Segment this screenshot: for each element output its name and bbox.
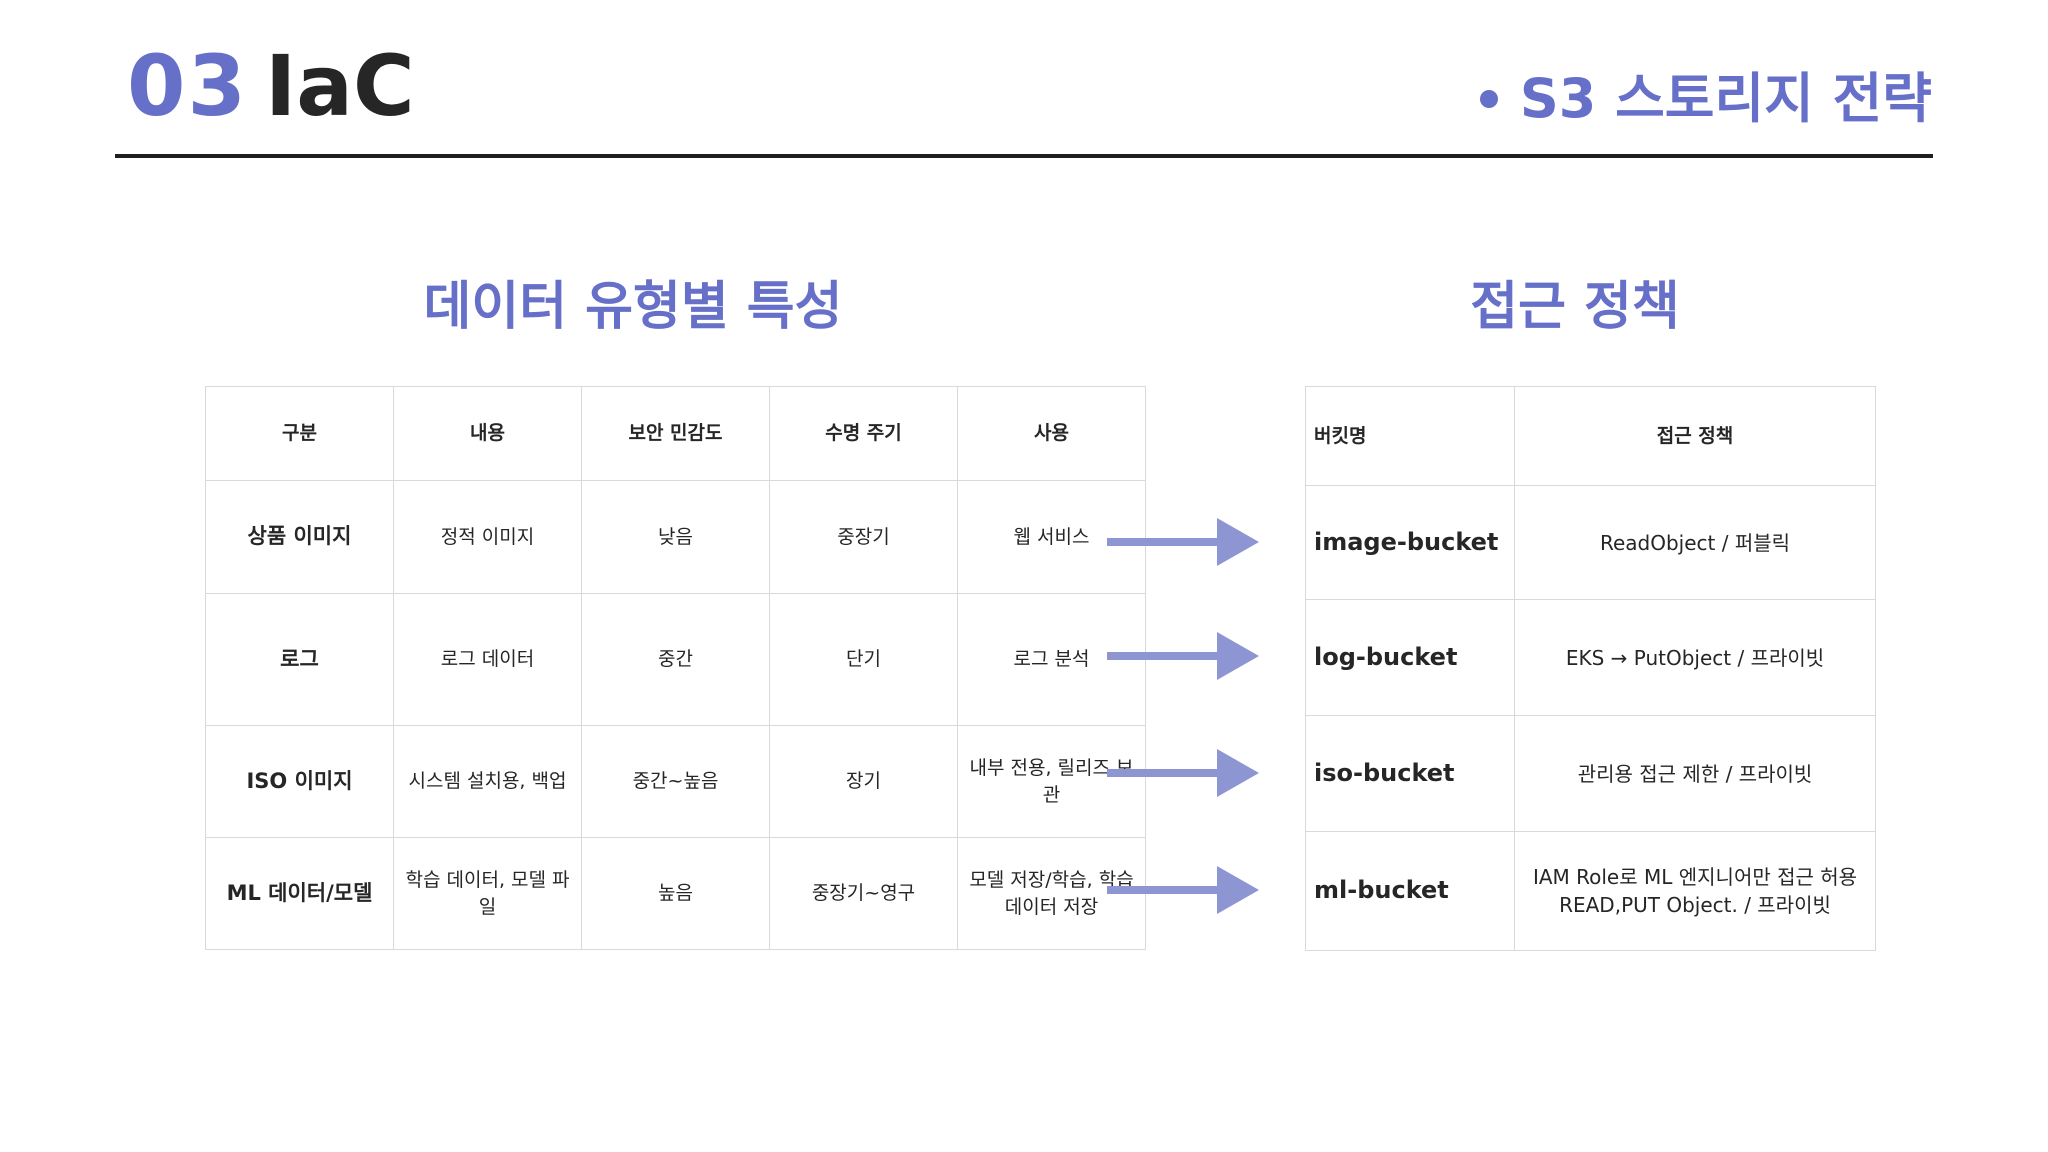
table-cell: 중간 <box>581 593 770 726</box>
column-header: 구분 <box>205 386 394 481</box>
column-header: 보안 민감도 <box>581 386 770 481</box>
column-header: 내용 <box>393 386 582 481</box>
row-label: ML 데이터/모델 <box>205 837 394 950</box>
table-row: log-bucket EKS → PutObject / 프라이빗 <box>1305 599 1876 716</box>
table-cell: 시스템 설치용, 백업 <box>393 725 582 838</box>
policy-cell: EKS → PutObject / 프라이빗 <box>1514 599 1876 716</box>
table-cell: 학습 데이터, 모델 파일 <box>393 837 582 950</box>
section-label-text: S3 스토리지 전략 <box>1519 67 1932 130</box>
header-divider <box>115 154 1933 158</box>
access-policy-table: 버킷명 접근 정책 image-bucket ReadObject / 퍼블릭 … <box>1305 386 1876 951</box>
table-cell: 로그 데이터 <box>393 593 582 726</box>
table-cell: 단기 <box>769 593 958 726</box>
access-policy-heading: 접근 정책 <box>1470 277 1680 337</box>
table-row: iso-bucket 관리용 접근 제한 / 프라이빗 <box>1305 715 1876 832</box>
table-row: 로그 로그 데이터 중간 단기 로그 분석 <box>205 593 1146 726</box>
table-row: ISO 이미지 시스템 설치용, 백업 중간~높음 장기 내부 전용, 릴리즈 … <box>205 725 1146 838</box>
table-cell: 장기 <box>769 725 958 838</box>
table-cell: 높음 <box>581 837 770 950</box>
column-header: 버킷명 <box>1305 386 1515 486</box>
table-row: image-bucket ReadObject / 퍼블릭 <box>1305 485 1876 600</box>
policy-cell: IAM Role로 ML 엔지니어만 접근 허용 READ,PUT Object… <box>1514 831 1876 951</box>
column-header: 사용 <box>957 386 1146 481</box>
column-header: 수명 주기 <box>769 386 958 481</box>
right-arrow-icon <box>1107 632 1259 680</box>
bullet-dot-icon <box>1479 90 1498 108</box>
data-characteristics-heading: 데이터 유형별 특성 <box>423 277 843 337</box>
page-title: IaC <box>265 37 415 135</box>
bucket-name: image-bucket <box>1305 485 1515 600</box>
table-row: ml-bucket IAM Role로 ML 엔지니어만 접근 허용 READ,… <box>1305 831 1876 951</box>
bucket-name: ml-bucket <box>1305 831 1515 951</box>
table-row: ML 데이터/모델 학습 데이터, 모델 파일 높음 중장기~영구 모델 저장/… <box>205 837 1146 950</box>
bucket-name: log-bucket <box>1305 599 1515 716</box>
right-arrow-icon <box>1107 866 1259 914</box>
table-cell: 중장기 <box>769 480 958 594</box>
row-label: 로그 <box>205 593 394 726</box>
section-number: 03 <box>127 37 248 135</box>
right-arrow-icon <box>1107 518 1259 566</box>
table-header-row: 버킷명 접근 정책 <box>1305 386 1876 486</box>
bucket-name: iso-bucket <box>1305 715 1515 832</box>
row-label: ISO 이미지 <box>205 725 394 838</box>
table-header-row: 구분 내용 보안 민감도 수명 주기 사용 <box>205 386 1146 481</box>
policy-cell: ReadObject / 퍼블릭 <box>1514 485 1876 600</box>
table-cell: 정적 이미지 <box>393 480 582 594</box>
table-cell: 낮음 <box>581 480 770 594</box>
column-header: 접근 정책 <box>1514 386 1876 486</box>
data-type-table: 구분 내용 보안 민감도 수명 주기 사용 상품 이미지 정적 이미지 낮음 중… <box>205 386 1146 950</box>
table-cell: 중장기~영구 <box>769 837 958 950</box>
policy-cell: 관리용 접근 제한 / 프라이빗 <box>1514 715 1876 832</box>
right-arrow-icon <box>1107 749 1259 797</box>
table-row: 상품 이미지 정적 이미지 낮음 중장기 웹 서비스 <box>205 480 1146 594</box>
section-label: S3 스토리지 전략 <box>1479 67 1932 130</box>
row-label: 상품 이미지 <box>205 480 394 594</box>
table-cell: 중간~높음 <box>581 725 770 838</box>
